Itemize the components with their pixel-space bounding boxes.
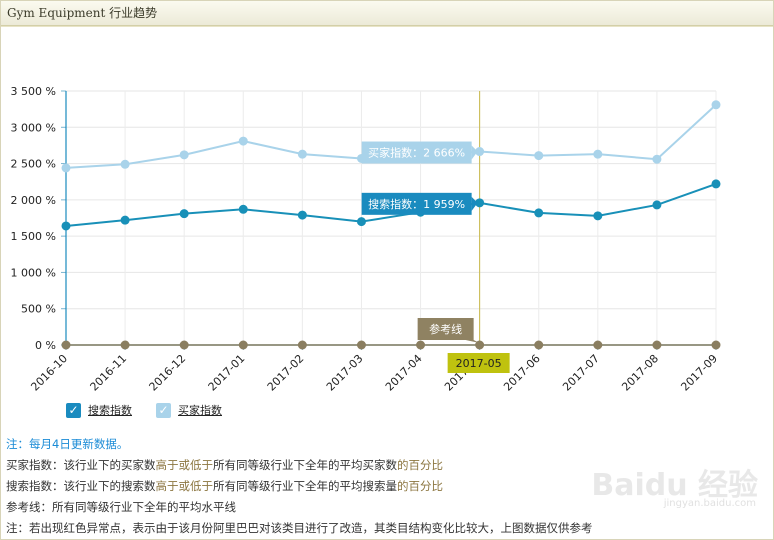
y-tick-label: 2 500 %	[11, 158, 56, 171]
page-title: Gym Equipment 行业趋势	[7, 6, 158, 20]
data-point	[356, 340, 366, 350]
y-tick-label: 1 500 %	[11, 230, 56, 243]
data-point	[238, 204, 248, 214]
data-point	[652, 340, 662, 350]
trend-chart: 0 % 500 % 1 000 % 1 500 % 2 000 % 2 500 % 3 00…	[11, 85, 721, 394]
buyer-note-highlight: 高于或低于	[155, 458, 214, 472]
buyer-checkbox-icon[interactable]: ✓	[156, 402, 171, 418]
x-tick-label: 2017-02	[265, 352, 307, 394]
data-point	[711, 340, 721, 350]
buyer-note-text-2: 所有同等级行业下全年的平均买家数	[213, 458, 397, 472]
data-point	[120, 159, 130, 169]
data-point	[297, 210, 307, 220]
search-note-text-2: 所有同等级行业下全年的平均搜索量	[213, 479, 397, 493]
highlight-category-label: 2017-05	[456, 357, 502, 370]
data-point	[534, 151, 544, 161]
data-point	[120, 340, 130, 350]
x-tick-label: 2017-09	[678, 352, 720, 394]
data-point	[61, 340, 71, 350]
search-note-highlight: 高于或低于	[155, 479, 214, 493]
y-tick-label: 500 %	[21, 303, 56, 316]
search-note-text: 搜索指数：该行业下的搜索数	[6, 479, 156, 493]
tooltip-pointer	[471, 196, 478, 211]
data-point	[356, 217, 366, 227]
data-point	[652, 154, 662, 164]
y-tick-label: 3 000 %	[11, 121, 56, 134]
buyer-note-text: 买家指数：该行业下的买家数	[6, 458, 156, 472]
search-checkbox-icon[interactable]: ✓	[66, 402, 81, 418]
legend-label-buyer[interactable]: 买家指数	[178, 402, 222, 418]
data-point	[534, 208, 544, 218]
data-point	[593, 211, 603, 221]
data-point	[416, 340, 426, 350]
update-note: 注：每月4日更新数据。	[6, 437, 129, 451]
x-tick-label: 2017-07	[560, 352, 602, 394]
legend-label-search[interactable]: 搜索指数	[88, 402, 132, 418]
anomaly-note: 注：若出现红色异常点，表示由于该月份阿里巴巴对该类目进行了改造，其类目结构变化比…	[6, 521, 593, 535]
y-tick-label: 1 000 %	[11, 266, 56, 279]
data-point	[711, 179, 721, 189]
data-point	[652, 200, 662, 210]
tooltip-label: 买家指数：2 666%	[368, 146, 465, 160]
data-point	[238, 136, 248, 146]
tooltip-label: 参考线	[429, 322, 462, 336]
data-point	[297, 340, 307, 350]
watermark-url: jingyan.baidu.com	[663, 498, 756, 509]
data-point	[297, 149, 307, 159]
data-point	[179, 209, 189, 219]
legend-item-buyer[interactable]: ✓ 买家指数	[156, 402, 222, 418]
data-point	[593, 340, 603, 350]
data-point	[238, 340, 248, 350]
x-tick-label: 2017-04	[383, 352, 425, 394]
search-note-highlight-2: 的百分比	[397, 479, 443, 493]
tooltip-pointer	[471, 145, 478, 160]
data-point	[711, 100, 721, 110]
x-tick-label: 2017-03	[324, 352, 366, 394]
x-tick-label: 2017-01	[206, 352, 248, 394]
data-point	[120, 215, 130, 225]
y-tick-label: 2 000 %	[11, 194, 56, 207]
x-tick-label: 2016-10	[28, 352, 70, 394]
panel-header: Gym Equipment 行业趋势	[1, 1, 773, 26]
data-point	[593, 149, 603, 159]
x-tick-label: 2016-11	[88, 352, 130, 394]
y-tick-label: 0 %	[35, 339, 56, 352]
data-point	[61, 163, 71, 173]
data-point	[534, 340, 544, 350]
legend-item-search[interactable]: ✓ 搜索指数	[66, 402, 132, 418]
buyer-note-highlight-2: 的百分比	[397, 458, 443, 472]
data-point	[179, 150, 189, 160]
y-tick-label: 3 500 %	[11, 85, 56, 98]
data-point	[61, 221, 71, 231]
tooltip-label: 搜索指数：1 959%	[368, 197, 465, 211]
x-tick-label: 2017-08	[619, 352, 661, 394]
data-point	[179, 340, 189, 350]
x-tick-label: 2016-12	[147, 352, 189, 394]
